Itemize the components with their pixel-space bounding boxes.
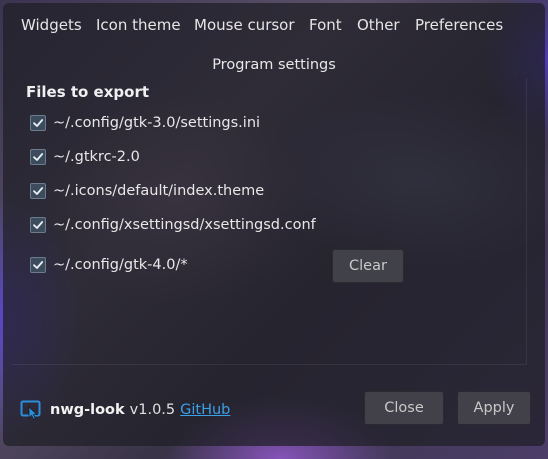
checkbox-checked[interactable] xyxy=(30,217,46,233)
tab-icon-theme[interactable]: Icon theme xyxy=(96,16,181,34)
export-file-row[interactable]: ~/.gtkrc-2.0 xyxy=(30,147,140,167)
app-name: nwg-look xyxy=(50,402,125,418)
tab-font[interactable]: Font xyxy=(309,16,342,34)
section-title: Program settings xyxy=(212,57,336,73)
export-file-row[interactable]: ~/.config/gtk-4.0/* xyxy=(30,255,188,275)
export-file-label: ~/.gtkrc-2.0 xyxy=(53,149,140,165)
checkbox-checked[interactable] xyxy=(30,149,46,165)
check-icon xyxy=(33,119,44,127)
checkbox-checked[interactable] xyxy=(30,257,46,273)
export-file-label: ~/.icons/default/index.theme xyxy=(53,183,265,199)
github-link[interactable]: GitHub xyxy=(180,402,230,418)
export-file-row[interactable]: ~/.config/xsettingsd/xsettingsd.conf xyxy=(30,215,316,235)
tab-preferences[interactable]: Preferences xyxy=(415,16,503,34)
export-panel: Files to export ~/.config/gtk-3.0/settin… xyxy=(12,78,527,365)
tab-bar: Widgets Icon theme Mouse cursor Font Oth… xyxy=(3,3,545,45)
checkbox-checked[interactable] xyxy=(30,115,46,131)
app-branding: nwg-look v1.0.5 GitHub xyxy=(20,399,230,421)
check-icon xyxy=(33,153,44,161)
monitor-cursor-icon xyxy=(20,400,41,421)
app-version: v1.0.5 xyxy=(129,402,176,418)
apply-button[interactable]: Apply xyxy=(457,391,531,425)
tab-other[interactable]: Other xyxy=(357,16,400,34)
check-icon xyxy=(33,261,44,269)
export-file-label: ~/.config/xsettingsd/xsettingsd.conf xyxy=(53,217,316,233)
check-icon xyxy=(33,187,44,195)
tab-widgets[interactable]: Widgets xyxy=(21,16,82,34)
files-to-export-heading: Files to export xyxy=(26,83,150,101)
checkbox-checked[interactable] xyxy=(30,183,46,199)
export-file-label: ~/.config/gtk-3.0/settings.ini xyxy=(53,115,261,131)
export-file-row[interactable]: ~/.icons/default/index.theme xyxy=(30,181,264,201)
export-file-row[interactable]: ~/.config/gtk-3.0/settings.ini xyxy=(30,113,260,133)
tab-mouse-cursor[interactable]: Mouse cursor xyxy=(194,16,295,34)
check-icon xyxy=(33,221,44,229)
settings-window: Widgets Icon theme Mouse cursor Font Oth… xyxy=(3,3,545,446)
export-file-label: ~/.config/gtk-4.0/* xyxy=(53,257,188,273)
clear-button[interactable]: Clear xyxy=(332,249,404,283)
close-button[interactable]: Close xyxy=(364,391,444,425)
